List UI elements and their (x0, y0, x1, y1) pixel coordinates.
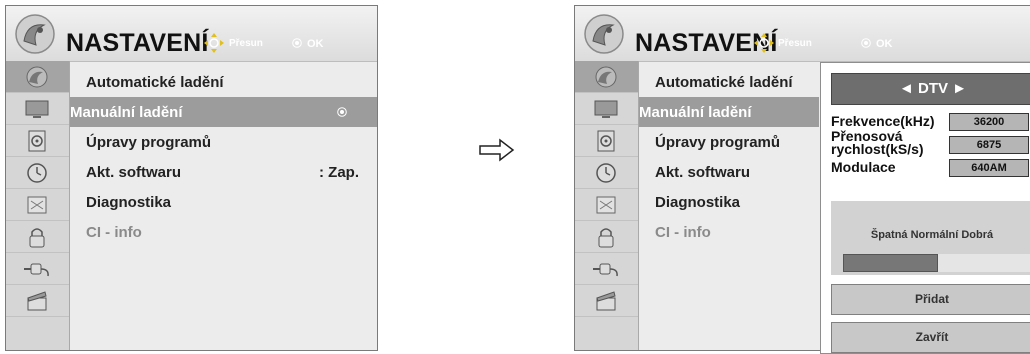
sidebar-item-input[interactable] (575, 253, 638, 285)
ok-button-icon (292, 38, 302, 48)
menu-item-label: Úpravy programů (86, 134, 212, 151)
menu-item-diagnostics[interactable]: Diagnostika (70, 187, 377, 217)
settings-category-sidebar (6, 61, 70, 350)
speaker-icon (597, 130, 615, 152)
clock-icon (27, 163, 47, 183)
menu-item-auto-tuning[interactable]: Automatické ladění (70, 67, 377, 97)
symbol-rate-value[interactable]: 6875 (949, 136, 1029, 154)
menu-item-label: Úpravy programů (655, 134, 781, 151)
menu-item-label: Akt. softwaru (86, 164, 182, 181)
manual-tuning-popup: ◄ DTV ► Frekvence(kHz) 36200 Přenosová r… (820, 62, 1030, 354)
clock-icon (596, 163, 616, 183)
panel-header: NASTAVENÍ Přesun OK (575, 6, 1030, 62)
page-title: NASTAVENÍ (66, 29, 209, 57)
satellite-dish-icon (15, 14, 55, 54)
plug-icon (593, 263, 618, 277)
sidebar-item-media[interactable] (6, 285, 69, 317)
sidebar-item-setup[interactable] (575, 61, 638, 93)
frequency-value[interactable]: 36200 (949, 113, 1029, 131)
sidebar-item-picture[interactable] (575, 93, 638, 125)
tv-screen-icon (594, 100, 618, 118)
satellite-dish-icon (26, 66, 48, 88)
picture-frame-icon (596, 196, 616, 214)
sidebar-item-time[interactable] (575, 157, 638, 189)
menu-item-label: Diagnostika (86, 194, 172, 211)
sidebar-item-option[interactable] (575, 189, 638, 221)
sidebar-item-input[interactable] (6, 253, 69, 285)
mode-selector[interactable]: ◄ DTV ► (831, 73, 1030, 105)
move-hint-label: Přesun (229, 38, 263, 49)
sidebar-item-audio[interactable] (6, 125, 69, 157)
settings-panel-left: NASTAVENÍ Přesun OK Automatické ladění M… (5, 5, 378, 351)
symbol-rate-label: Přenosová rychlost(kS/s) (831, 128, 924, 157)
menu-item-program-edit[interactable]: Úpravy programů (70, 127, 377, 157)
frequency-label: Frekvence(kHz) (831, 113, 935, 129)
picture-frame-icon (27, 196, 47, 214)
ok-button-icon (861, 38, 871, 48)
satellite-dish-icon (584, 14, 624, 54)
signal-strength-panel: Špatná Normální Dobrá (831, 201, 1030, 275)
padlock-icon (598, 228, 614, 248)
menu-item-label: CI - info (86, 224, 142, 241)
menu-item-label: Diagnostika (655, 194, 741, 211)
menu-item-manual-tuning[interactable]: Manuální ladění (639, 97, 819, 127)
modulation-value[interactable]: 640AM (949, 159, 1029, 177)
ok-hint-label: OK (876, 38, 893, 50)
sidebar-item-time[interactable] (6, 157, 69, 189)
plug-icon (24, 263, 49, 277)
menu-item-manual-tuning[interactable]: Manuální ladění (70, 97, 377, 127)
film-clapper-icon (27, 291, 47, 311)
sidebar-item-option[interactable] (6, 189, 69, 221)
menu-item-label: Akt. softwaru (655, 164, 751, 181)
signal-strength-bar (843, 254, 1030, 272)
sidebar-item-lock[interactable] (6, 221, 69, 253)
move-arrows-icon (204, 33, 224, 53)
ok-select-icon (337, 107, 347, 117)
satellite-dish-icon (595, 66, 617, 88)
padlock-icon (29, 228, 45, 248)
speaker-icon (28, 130, 46, 152)
ok-hint-label: OK (307, 38, 324, 50)
software-update-value: : Zap. (319, 164, 359, 181)
sidebar-item-media[interactable] (575, 285, 638, 317)
sidebar-item-lock[interactable] (575, 221, 638, 253)
menu-item-label: Automatické ladění (86, 74, 224, 91)
menu-item-label: Manuální ladění (70, 104, 183, 121)
close-button[interactable]: Zavřít (831, 322, 1030, 353)
sidebar-item-audio[interactable] (575, 125, 638, 157)
menu-item-ci-info: CI - info (70, 217, 377, 247)
settings-category-sidebar (575, 61, 639, 350)
sidebar-item-picture[interactable] (6, 93, 69, 125)
modulation-label: Modulace (831, 159, 896, 175)
signal-strength-fill (843, 254, 938, 272)
add-button[interactable]: Přidat (831, 284, 1030, 315)
panel-header: NASTAVENÍ Přesun OK (6, 6, 377, 62)
menu-item-label: Manuální ladění (639, 104, 752, 121)
film-clapper-icon (596, 291, 616, 311)
move-hint-label: Přesun (778, 38, 812, 49)
menu-item-label: Automatické ladění (655, 74, 793, 91)
menu-item-label: CI - info (655, 224, 711, 241)
sidebar-item-setup[interactable] (6, 61, 69, 93)
tv-screen-icon (25, 100, 49, 118)
move-arrows-icon (754, 33, 774, 53)
menu-item-software-update[interactable]: Akt. softwaru : Zap. (70, 157, 377, 187)
signal-scale-label: Špatná Normální Dobrá (870, 229, 994, 241)
transition-arrow-icon (479, 138, 515, 162)
